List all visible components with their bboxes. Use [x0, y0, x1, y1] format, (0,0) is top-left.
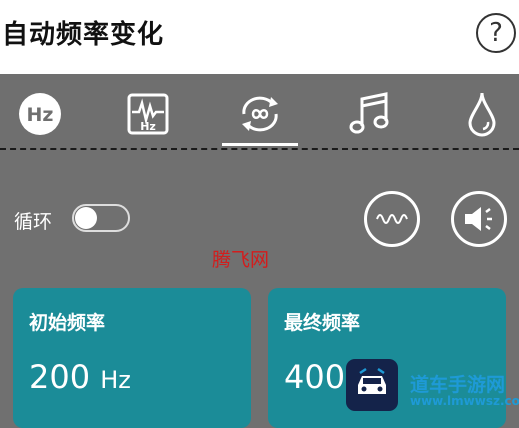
start-frequency-value: 200 Hz [29, 358, 131, 396]
page-title: 自动频率变化 [2, 20, 165, 50]
watermark-brand-name: 道车手游网 [410, 374, 506, 396]
start-frequency-unit: Hz [100, 366, 131, 394]
tab-drop[interactable] [454, 86, 510, 142]
hz-circle-icon: Hz [19, 93, 61, 135]
tab-hz[interactable]: Hz [12, 86, 68, 142]
toggle-knob [75, 207, 97, 229]
watermark-logo [346, 359, 398, 411]
watermark-brand-url: www.lmwwsz.com [410, 394, 519, 408]
car-logo-icon [358, 367, 386, 394]
waveform-button[interactable] [364, 191, 420, 247]
selected-tab-indicator [222, 143, 298, 146]
end-frequency-number: 400 [284, 358, 346, 396]
volume-button[interactable] [451, 191, 507, 247]
hz-tab-label: Hz [27, 104, 54, 126]
help-icon: ? [489, 18, 503, 48]
end-frequency-label: 最终频率 [284, 312, 361, 334]
waveform-tab-label: Hz [140, 120, 156, 133]
help-button[interactable]: ? [476, 13, 516, 53]
loop-label: 循环 [14, 211, 53, 233]
water-drop-icon [468, 92, 496, 137]
watermark-text: 腾飞网 [212, 249, 270, 271]
start-frequency-card[interactable]: 初始频率 200 Hz [13, 288, 251, 428]
tab-waveform[interactable]: Hz [120, 86, 176, 142]
tab-loop[interactable] [232, 86, 288, 142]
infinity-loop-icon [242, 96, 278, 132]
music-note-icon [349, 92, 389, 134]
sine-wave-icon [376, 214, 408, 224]
loop-toggle[interactable] [72, 204, 130, 232]
tab-music[interactable] [342, 86, 398, 142]
end-frequency-value: 400 [284, 358, 345, 396]
tab-divider [0, 148, 519, 150]
app-header: 自动频率变化 ? [0, 0, 519, 74]
start-frequency-number: 200 [29, 358, 91, 396]
speaker-icon [465, 207, 492, 231]
waveform-hz-icon: Hz [127, 93, 169, 135]
start-frequency-label: 初始频率 [29, 312, 106, 334]
